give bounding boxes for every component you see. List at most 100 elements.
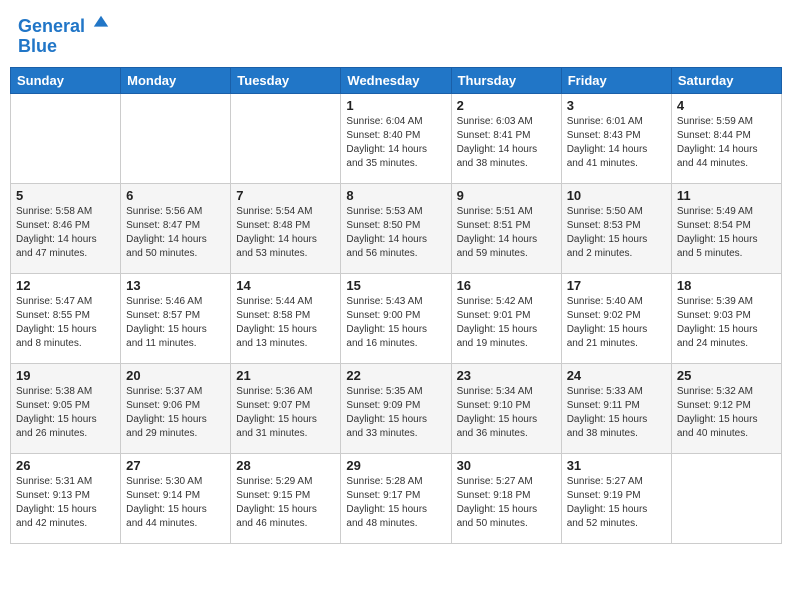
calendar-table: SundayMondayTuesdayWednesdayThursdayFrid… bbox=[10, 67, 782, 544]
day-number: 4 bbox=[677, 98, 776, 113]
day-number: 12 bbox=[16, 278, 115, 293]
day-number: 25 bbox=[677, 368, 776, 383]
day-number: 7 bbox=[236, 188, 335, 203]
day-info: Sunrise: 5:49 AM Sunset: 8:54 PM Dayligh… bbox=[677, 205, 776, 261]
day-number: 19 bbox=[16, 368, 115, 383]
day-info: Sunrise: 5:28 AM Sunset: 9:17 PM Dayligh… bbox=[346, 475, 445, 531]
day-of-week-header: Saturday bbox=[671, 67, 781, 93]
calendar-cell: 16 Sunrise: 5:42 AM Sunset: 9:01 PM Dayli… bbox=[451, 273, 561, 363]
calendar-cell: 11 Sunrise: 5:49 AM Sunset: 8:54 PM Dayli… bbox=[671, 183, 781, 273]
day-number: 30 bbox=[457, 458, 556, 473]
calendar-cell: 19 Sunrise: 5:38 AM Sunset: 9:05 PM Dayli… bbox=[11, 363, 121, 453]
day-number: 1 bbox=[346, 98, 445, 113]
calendar-cell: 31 Sunrise: 5:27 AM Sunset: 9:19 PM Dayli… bbox=[561, 453, 671, 543]
day-number: 27 bbox=[126, 458, 225, 473]
calendar-cell: 8Sunrise: 5:53 AM Sunset: 8:50 PM Daylig… bbox=[341, 183, 451, 273]
day-number: 20 bbox=[126, 368, 225, 383]
calendar-cell: 25 Sunrise: 5:32 AM Sunset: 9:12 PM Dayli… bbox=[671, 363, 781, 453]
logo-text: General Blue bbox=[18, 14, 110, 57]
day-number: 14 bbox=[236, 278, 335, 293]
calendar-cell: 6 Sunrise: 5:56 AM Sunset: 8:47 PM Daylig… bbox=[121, 183, 231, 273]
day-info: Sunrise: 6:01 AM Sunset: 8:43 PM Dayligh… bbox=[567, 115, 666, 171]
day-info: Sunrise: 6:04 AM Sunset: 8:40 PM Dayligh… bbox=[346, 115, 445, 171]
day-of-week-header: Thursday bbox=[451, 67, 561, 93]
logo: General Blue bbox=[18, 14, 110, 57]
calendar-cell: 14 Sunrise: 5:44 AM Sunset: 8:58 PM Dayli… bbox=[231, 273, 341, 363]
calendar-cell: 23 Sunrise: 5:34 AM Sunset: 9:10 PM Dayli… bbox=[451, 363, 561, 453]
day-number: 15 bbox=[346, 278, 445, 293]
calendar-cell: 1 Sunrise: 6:04 AM Sunset: 8:40 PM Daylig… bbox=[341, 93, 451, 183]
day-info: Sunrise: 5:59 AM Sunset: 8:44 PM Dayligh… bbox=[677, 115, 776, 171]
day-number: 3 bbox=[567, 98, 666, 113]
calendar-week-row: 26 Sunrise: 5:31 AM Sunset: 9:13 PM Dayli… bbox=[11, 453, 782, 543]
calendar-cell: 29 Sunrise: 5:28 AM Sunset: 9:17 PM Dayli… bbox=[341, 453, 451, 543]
day-info: Sunrise: 5:27 AM Sunset: 9:18 PM Dayligh… bbox=[457, 475, 556, 531]
day-info: Sunrise: 5:58 AM Sunset: 8:46 PM Dayligh… bbox=[16, 205, 115, 261]
calendar-week-row: 5Sunrise: 5:58 AM Sunset: 8:46 PM Daylig… bbox=[11, 183, 782, 273]
calendar-cell: 4 Sunrise: 5:59 AM Sunset: 8:44 PM Daylig… bbox=[671, 93, 781, 183]
day-info: Sunrise: 5:29 AM Sunset: 9:15 PM Dayligh… bbox=[236, 475, 335, 531]
day-info: Sunrise: 5:38 AM Sunset: 9:05 PM Dayligh… bbox=[16, 385, 115, 441]
calendar-cell bbox=[11, 93, 121, 183]
calendar-cell: 15 Sunrise: 5:43 AM Sunset: 9:00 PM Dayli… bbox=[341, 273, 451, 363]
calendar-cell: 17 Sunrise: 5:40 AM Sunset: 9:02 PM Dayli… bbox=[561, 273, 671, 363]
calendar-cell bbox=[231, 93, 341, 183]
day-info: Sunrise: 5:31 AM Sunset: 9:13 PM Dayligh… bbox=[16, 475, 115, 531]
day-info: Sunrise: 5:42 AM Sunset: 9:01 PM Dayligh… bbox=[457, 295, 556, 351]
day-info: Sunrise: 5:44 AM Sunset: 8:58 PM Dayligh… bbox=[236, 295, 335, 351]
day-of-week-header: Friday bbox=[561, 67, 671, 93]
day-number: 11 bbox=[677, 188, 776, 203]
day-info: Sunrise: 5:34 AM Sunset: 9:10 PM Dayligh… bbox=[457, 385, 556, 441]
day-number: 16 bbox=[457, 278, 556, 293]
day-info: Sunrise: 5:32 AM Sunset: 9:12 PM Dayligh… bbox=[677, 385, 776, 441]
day-number: 6 bbox=[126, 188, 225, 203]
calendar-cell: 3 Sunrise: 6:01 AM Sunset: 8:43 PM Daylig… bbox=[561, 93, 671, 183]
logo-blue: Blue bbox=[18, 36, 57, 56]
calendar-cell: 10Sunrise: 5:50 AM Sunset: 8:53 PM Dayli… bbox=[561, 183, 671, 273]
calendar-week-row: 12Sunrise: 5:47 AM Sunset: 8:55 PM Dayli… bbox=[11, 273, 782, 363]
calendar-cell: 12Sunrise: 5:47 AM Sunset: 8:55 PM Dayli… bbox=[11, 273, 121, 363]
calendar-cell: 9 Sunrise: 5:51 AM Sunset: 8:51 PM Daylig… bbox=[451, 183, 561, 273]
day-number: 26 bbox=[16, 458, 115, 473]
day-number: 18 bbox=[677, 278, 776, 293]
calendar-cell: 5Sunrise: 5:58 AM Sunset: 8:46 PM Daylig… bbox=[11, 183, 121, 273]
day-info: Sunrise: 5:43 AM Sunset: 9:00 PM Dayligh… bbox=[346, 295, 445, 351]
calendar-cell: 13 Sunrise: 5:46 AM Sunset: 8:57 PM Dayli… bbox=[121, 273, 231, 363]
calendar-cell bbox=[671, 453, 781, 543]
calendar-cell: 24Sunrise: 5:33 AM Sunset: 9:11 PM Dayli… bbox=[561, 363, 671, 453]
calendar-cell: 20Sunrise: 5:37 AM Sunset: 9:06 PM Dayli… bbox=[121, 363, 231, 453]
logo-icon bbox=[92, 14, 110, 32]
calendar-header-row: SundayMondayTuesdayWednesdayThursdayFrid… bbox=[11, 67, 782, 93]
day-info: Sunrise: 5:36 AM Sunset: 9:07 PM Dayligh… bbox=[236, 385, 335, 441]
calendar-cell: 28Sunrise: 5:29 AM Sunset: 9:15 PM Dayli… bbox=[231, 453, 341, 543]
day-number: 2 bbox=[457, 98, 556, 113]
calendar-cell: 26 Sunrise: 5:31 AM Sunset: 9:13 PM Dayli… bbox=[11, 453, 121, 543]
day-info: Sunrise: 5:33 AM Sunset: 9:11 PM Dayligh… bbox=[567, 385, 666, 441]
day-info: Sunrise: 6:03 AM Sunset: 8:41 PM Dayligh… bbox=[457, 115, 556, 171]
day-info: Sunrise: 5:46 AM Sunset: 8:57 PM Dayligh… bbox=[126, 295, 225, 351]
day-number: 13 bbox=[126, 278, 225, 293]
calendar-cell: 22Sunrise: 5:35 AM Sunset: 9:09 PM Dayli… bbox=[341, 363, 451, 453]
day-info: Sunrise: 5:40 AM Sunset: 9:02 PM Dayligh… bbox=[567, 295, 666, 351]
day-number: 9 bbox=[457, 188, 556, 203]
calendar-cell: 30 Sunrise: 5:27 AM Sunset: 9:18 PM Dayli… bbox=[451, 453, 561, 543]
day-number: 31 bbox=[567, 458, 666, 473]
calendar-cell: 7Sunrise: 5:54 AM Sunset: 8:48 PM Daylig… bbox=[231, 183, 341, 273]
day-number: 17 bbox=[567, 278, 666, 293]
page-header: General Blue bbox=[10, 10, 782, 61]
day-info: Sunrise: 5:27 AM Sunset: 9:19 PM Dayligh… bbox=[567, 475, 666, 531]
day-of-week-header: Sunday bbox=[11, 67, 121, 93]
day-of-week-header: Monday bbox=[121, 67, 231, 93]
day-of-week-header: Tuesday bbox=[231, 67, 341, 93]
calendar-cell: 18 Sunrise: 5:39 AM Sunset: 9:03 PM Dayli… bbox=[671, 273, 781, 363]
day-number: 8 bbox=[346, 188, 445, 203]
day-info: Sunrise: 5:56 AM Sunset: 8:47 PM Dayligh… bbox=[126, 205, 225, 261]
day-info: Sunrise: 5:51 AM Sunset: 8:51 PM Dayligh… bbox=[457, 205, 556, 261]
calendar-week-row: 1 Sunrise: 6:04 AM Sunset: 8:40 PM Daylig… bbox=[11, 93, 782, 183]
day-of-week-header: Wednesday bbox=[341, 67, 451, 93]
day-number: 29 bbox=[346, 458, 445, 473]
day-number: 23 bbox=[457, 368, 556, 383]
calendar-cell bbox=[121, 93, 231, 183]
day-info: Sunrise: 5:39 AM Sunset: 9:03 PM Dayligh… bbox=[677, 295, 776, 351]
day-number: 21 bbox=[236, 368, 335, 383]
